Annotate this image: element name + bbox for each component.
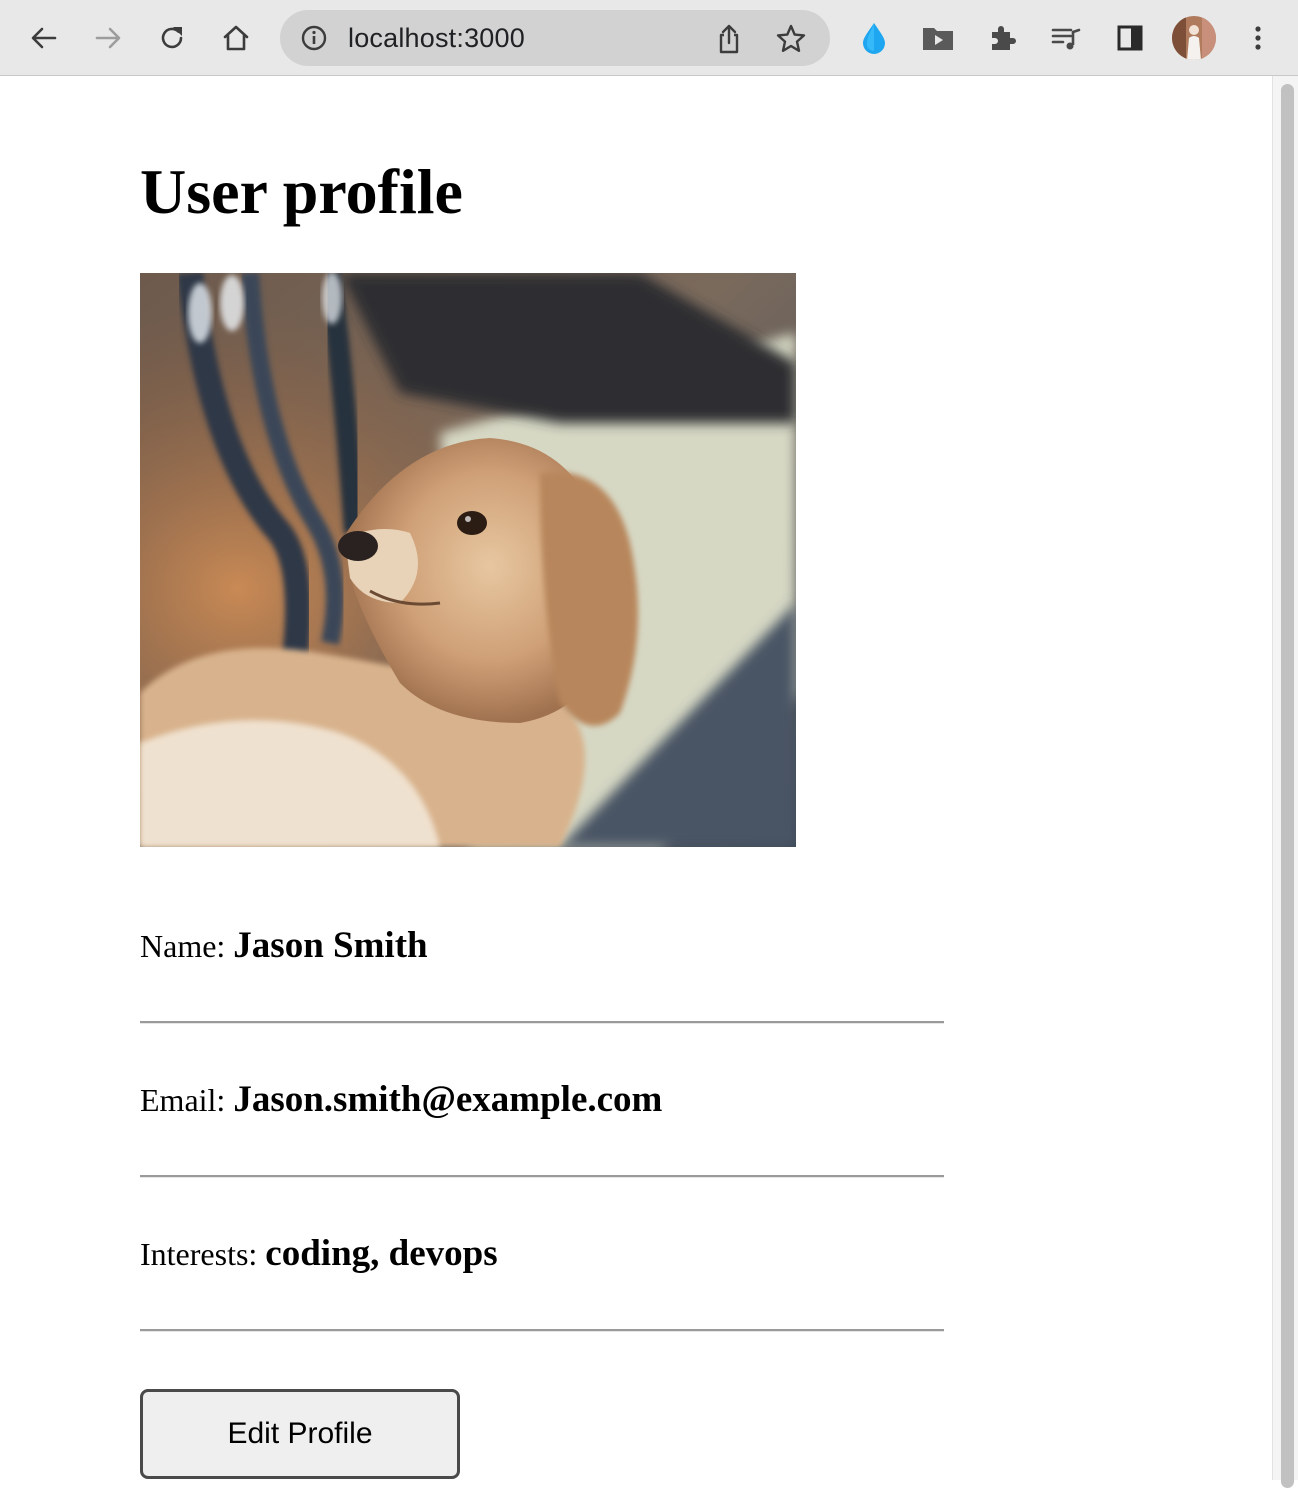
home-button[interactable] — [212, 14, 260, 62]
profile-avatar[interactable] — [1172, 16, 1216, 60]
back-icon — [31, 27, 57, 49]
divider — [140, 1021, 944, 1024]
email-value: Jason.smith@example.com — [233, 1079, 663, 1120]
home-icon — [223, 25, 249, 51]
divider — [140, 1329, 944, 1332]
edit-profile-button[interactable]: Edit Profile — [140, 1389, 460, 1479]
profile-photo — [140, 273, 796, 847]
side-panel-button[interactable] — [1106, 14, 1154, 62]
browser-menu-button[interactable] — [1234, 14, 1282, 62]
email-field: Email: Jason.smith@example.com — [140, 1070, 944, 1130]
menu-kebab-icon — [1255, 26, 1261, 50]
back-button[interactable] — [20, 14, 68, 62]
reload-button[interactable] — [148, 14, 196, 62]
name-value: Jason Smith — [233, 925, 428, 966]
extensions-puzzle-icon — [992, 26, 1016, 50]
media-queue-icon — [1051, 28, 1081, 50]
raindrop-extension-icon — [863, 23, 885, 54]
url-text[interactable]: localhost:3000 — [348, 10, 525, 66]
bookmark-star-icon[interactable] — [774, 22, 808, 56]
divider — [140, 1175, 944, 1178]
avatar-photo — [1172, 16, 1216, 60]
share-icon[interactable] — [712, 22, 746, 56]
interests-field: Interests: coding, devops — [140, 1224, 944, 1284]
name-field: Name: Jason Smith — [140, 916, 944, 976]
address-bar[interactable]: localhost:3000 — [280, 10, 830, 66]
reload-icon — [161, 27, 183, 49]
name-label: Name: — [140, 928, 234, 964]
page-title: User profile — [140, 156, 463, 227]
scrollbar-thumb[interactable] — [1281, 84, 1294, 1488]
side-panel-icon — [1117, 25, 1143, 51]
interests-value: coding, devops — [265, 1233, 498, 1274]
video-folder-extension-icon — [923, 28, 953, 50]
forward-button[interactable] — [84, 14, 132, 62]
media-queue-button[interactable] — [1042, 14, 1090, 62]
interests-label: Interests: — [140, 1236, 266, 1272]
dog-photo — [140, 273, 796, 847]
raindrop-extension-button[interactable] — [850, 14, 898, 62]
email-label: Email: — [140, 1082, 234, 1118]
site-info-icon[interactable] — [300, 24, 328, 52]
forward-icon — [95, 27, 121, 49]
video-folder-extension-button[interactable] — [914, 14, 962, 62]
page-scrollbar[interactable] — [1272, 76, 1298, 1488]
extensions-button[interactable] — [978, 14, 1026, 62]
browser-toolbar: localhost:3000 — [0, 0, 1298, 76]
